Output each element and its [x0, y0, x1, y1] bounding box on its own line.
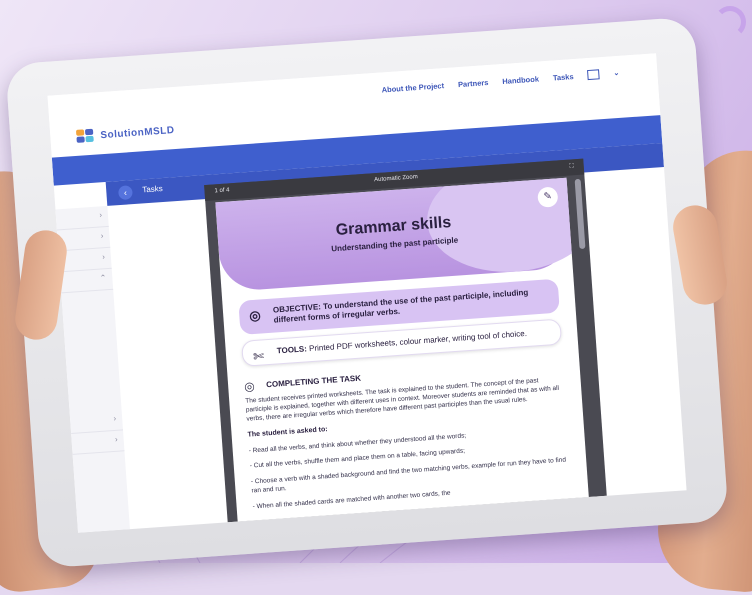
- pdf-viewer: 1 of 4 Automatic Zoom ⛶ ✎ Grammar skills…: [204, 158, 607, 532]
- chevron-up-icon: ⌃: [99, 273, 107, 283]
- corner-decoration: [714, 6, 746, 38]
- objective-text: OBJECTIVE: To understand the use of the …: [272, 287, 529, 325]
- chevron-right-icon: ›: [98, 210, 103, 220]
- page-indicator[interactable]: 1 of 4: [214, 187, 229, 194]
- nav-tasks[interactable]: Tasks: [553, 72, 574, 82]
- tablet-screen: SolutionMSLD About the Project Partners …: [47, 53, 687, 533]
- completing-section: ◎ COMPLETING THE TASK The student receiv…: [244, 358, 573, 517]
- site-logo[interactable]: SolutionMSLD: [75, 123, 175, 144]
- nav-partners[interactable]: Partners: [458, 78, 489, 89]
- chevron-right-icon: ›: [101, 252, 106, 262]
- back-button[interactable]: ‹: [117, 185, 133, 201]
- target-icon: ◎: [243, 379, 256, 394]
- chevron-right-icon: ›: [114, 434, 118, 444]
- nav-handbook[interactable]: Handbook: [502, 74, 539, 86]
- scrollbar[interactable]: [574, 178, 586, 250]
- scissors-icon: ✄: [252, 348, 265, 365]
- logo-icon: [75, 128, 95, 144]
- tools-label: TOOLS:: [276, 344, 308, 356]
- fullscreen-icon[interactable]: ⛶: [569, 163, 574, 170]
- tablet-device: SolutionMSLD About the Project Partners …: [5, 16, 729, 569]
- nav-about[interactable]: About the Project: [381, 81, 444, 94]
- sidebar-item[interactable]: ⌃: [59, 268, 114, 294]
- chevron-right-icon: ›: [113, 413, 117, 423]
- tools-text: Printed PDF worksheets, colour marker, w…: [308, 328, 528, 354]
- zoom-select[interactable]: Automatic Zoom: [374, 174, 418, 183]
- chevron-right-icon: ›: [100, 231, 104, 241]
- pdf-page: ✎ Grammar skills Understanding the past …: [215, 177, 590, 532]
- logo-text: SolutionMSLD: [99, 124, 175, 141]
- main-nav: About the Project Partners Handbook Task…: [381, 68, 620, 95]
- language-flag-icon[interactable]: [587, 69, 600, 81]
- breadcrumb-label[interactable]: Tasks: [142, 184, 163, 194]
- target-icon: ◎: [248, 307, 262, 324]
- sidebar-item[interactable]: ›: [71, 430, 125, 455]
- chevron-down-icon[interactable]: ⌄: [613, 69, 619, 77]
- sidebar: › › › ⌃ › ›: [55, 205, 130, 533]
